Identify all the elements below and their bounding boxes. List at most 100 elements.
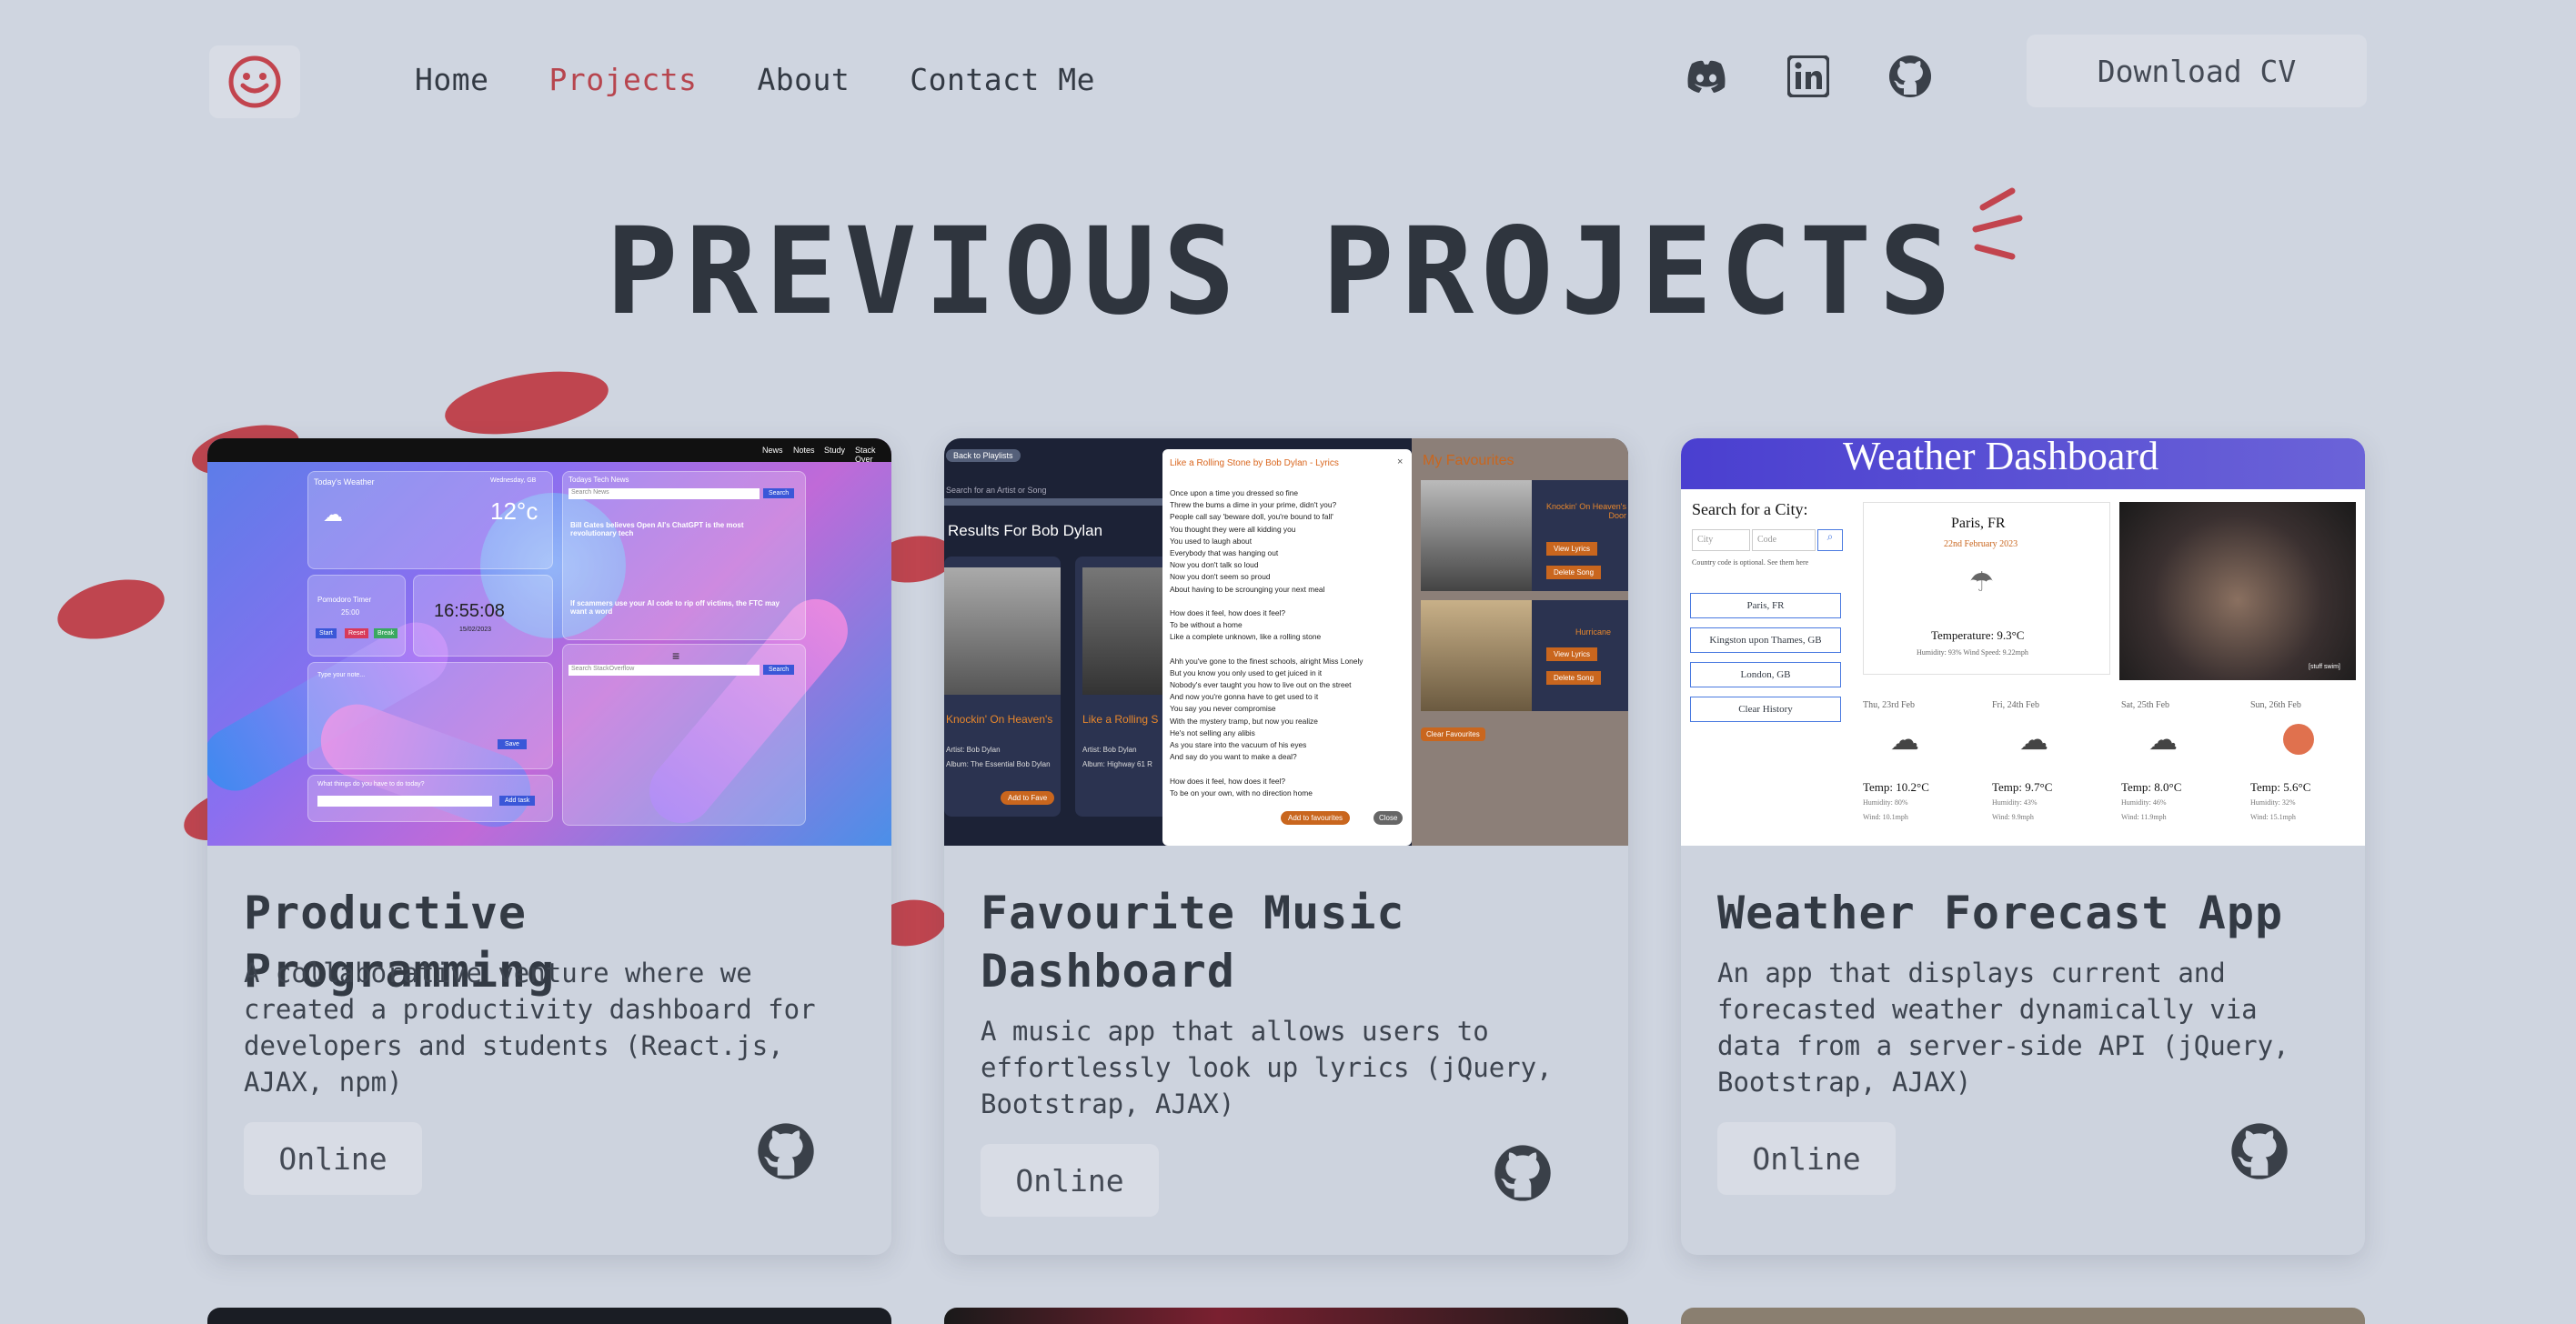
online-button[interactable]: Online — [1717, 1122, 1896, 1195]
history-item[interactable]: London, GB — [1690, 662, 1841, 687]
project-screenshot[interactable]: Weather Dashboard Search for a City: Cit… — [1681, 438, 2365, 846]
forecast-temp: Temp: 9.7°C — [1992, 780, 2053, 794]
news-headline[interactable]: If scammers use your AI code to rip off … — [570, 599, 789, 616]
results-title: Results For Bob Dylan — [948, 522, 1103, 539]
delete-song-button[interactable]: Delete Song — [1546, 671, 1602, 685]
forecast-humidity: Humidity: 32% — [2250, 798, 2296, 807]
notes-input[interactable]: Type your note... — [317, 672, 365, 678]
project-card-preview — [944, 1308, 1628, 1324]
stack-search-button[interactable]: Search — [763, 665, 795, 675]
favourite-item: Hurricane View Lyrics Delete Song — [1421, 600, 1628, 711]
todo-input[interactable] — [317, 796, 492, 807]
close-modal-button[interactable]: Close — [1374, 811, 1404, 825]
song-title: Like a Rolling S — [1082, 713, 1159, 726]
nav-contact[interactable]: Contact Me — [910, 62, 1095, 97]
history-item[interactable]: Paris, FR — [1690, 593, 1841, 618]
album-art — [1421, 480, 1532, 591]
github-icon[interactable] — [1494, 1144, 1552, 1202]
lyric-line: You used to laugh about — [1170, 536, 1253, 546]
current-city: Paris, FR — [1951, 516, 2006, 531]
weather-temp: 12°c — [490, 497, 538, 525]
home-logo[interactable] — [209, 45, 300, 118]
todo-prompt: What things do you have to do today? — [317, 781, 425, 787]
lyric-line: He's not selling any alibis — [1170, 727, 1255, 737]
start-button[interactable]: Start — [316, 628, 337, 638]
sun-icon — [2283, 724, 2314, 755]
forecast-date: Sat, 25th Feb — [2121, 700, 2170, 710]
project-screenshot[interactable]: Back to Playlists Search for an Artist o… — [944, 438, 1628, 846]
pomodoro-title: Pomodoro Timer — [317, 596, 372, 604]
add-to-fave-button[interactable]: Add to Fave — [1001, 791, 1055, 805]
nav-about[interactable]: About — [757, 62, 850, 97]
github-icon[interactable] — [757, 1122, 815, 1180]
github-icon[interactable] — [2230, 1122, 2289, 1180]
decor-blob — [439, 360, 614, 446]
clock-time: 16:55:08 — [434, 601, 505, 621]
download-cv-button[interactable]: Download CV — [2027, 35, 2367, 107]
forecast-day: Thu, 23rd Feb ☁ Temp: 10.2°C Humidity: 80% W… — [1863, 700, 1981, 846]
city-input[interactable]: City — [1692, 529, 1750, 551]
forecast-date: Sun, 26th Feb — [2250, 700, 2301, 710]
project-screenshot[interactable]: News Notes Study Stack Over Today's Weat… — [207, 438, 891, 846]
clear-history-button[interactable]: Clear History — [1690, 697, 1841, 722]
add-task-button[interactable]: Add task — [499, 796, 536, 806]
tech-news-title: Todays Tech News — [569, 476, 629, 484]
screenshot-nav-item: Notes — [793, 446, 815, 455]
search-icon[interactable]: ⌕ — [1817, 529, 1843, 551]
forecast-humidity: Humidity: 80% — [1863, 798, 1908, 807]
project-description: A collaborative venture where we created… — [244, 958, 816, 1098]
weather-header-title: Weather Dashboard — [1843, 438, 2159, 478]
lyric-line: You say you never compromise — [1170, 704, 1276, 714]
close-icon[interactable]: × — [1397, 456, 1403, 467]
screenshot-nav-item: Stack Over — [855, 446, 876, 464]
lyric-line: To be without a home — [1170, 620, 1243, 630]
discord-link[interactable] — [1683, 53, 1730, 100]
stack-search-input[interactable]: Search StackOverflow — [569, 665, 760, 676]
add-to-favourites-button[interactable]: Add to favourites — [1281, 811, 1351, 825]
forecast-temp: Temp: 5.6°C — [2250, 780, 2311, 794]
github-link[interactable] — [1887, 53, 1934, 100]
weather-gif: [stuff swim] — [2119, 502, 2356, 680]
view-lyrics-button[interactable]: View Lyrics — [1546, 647, 1598, 661]
delete-song-button[interactable]: Delete Song — [1546, 566, 1602, 579]
page-title: PREVIOUS PROJECTS — [606, 202, 1959, 342]
lyric-line: Nobody's ever taught you how to live out… — [1170, 680, 1352, 689]
forecast-temp: Temp: 10.2°C — [1863, 780, 1929, 794]
screenshot-nav: News Notes Study Stack Over — [207, 438, 891, 464]
online-button[interactable]: Online — [981, 1144, 1159, 1217]
news-search-input[interactable]: Search News — [569, 488, 760, 499]
forecast-date: Thu, 23rd Feb — [1863, 700, 1915, 710]
break-button[interactable]: Break — [374, 628, 398, 638]
history-item[interactable]: Kingston upon Thames, GB — [1690, 627, 1841, 653]
modal-title: Like a Rolling Stone by Bob Dylan - Lyri… — [1170, 458, 1339, 468]
favourites-panel: My Favourites Knockin' On Heaven's Door … — [1412, 438, 1628, 846]
album-art — [1421, 600, 1532, 711]
reset-button[interactable]: Reset — [345, 628, 369, 638]
news-headline[interactable]: Bill Gates believes Open AI's ChatGPT is… — [570, 521, 789, 537]
song-card[interactable]: Knockin' On Heaven's Artist: Bob Dylan A… — [944, 557, 1061, 817]
view-lyrics-button[interactable]: View Lyrics — [1546, 542, 1598, 556]
online-button[interactable]: Online — [244, 1122, 422, 1195]
linkedin-link[interactable] — [1785, 53, 1832, 100]
lyric-line: Now you don't talk so loud — [1170, 560, 1259, 570]
lyrics-text: Once upon a time you dressed so fine Thre… — [1170, 487, 1403, 799]
lyric-line — [1170, 763, 1403, 775]
cloud-icon: ☁ — [2148, 723, 2178, 756]
project-card-favourite-music: Back to Playlists Search for an Artist o… — [944, 438, 1628, 1255]
lyric-line: You thought they were all kidding you — [1170, 524, 1296, 534]
save-note-button[interactable]: Save — [498, 739, 527, 749]
screenshot-nav-item: Study — [824, 446, 846, 455]
forecast-wind: Wind: 15.1mph — [2250, 813, 2296, 821]
clear-favourites-button[interactable]: Clear Favourites — [1421, 727, 1485, 741]
github-icon — [1889, 55, 1931, 97]
stackoverflow-widget: ≡ Search StackOverflow Search — [562, 644, 806, 826]
nav-home[interactable]: Home — [415, 62, 488, 97]
news-search-button[interactable]: Search — [763, 488, 795, 498]
weather-date: Wednesday, GB — [490, 477, 537, 484]
project-card-preview — [207, 1308, 891, 1324]
artist-search-input[interactable]: Search for an Artist or Song — [946, 486, 1047, 495]
song-album: Album: The Essential Bob Dylan — [946, 760, 1051, 768]
country-code-input[interactable]: Code — [1752, 529, 1816, 551]
nav-projects[interactable]: Projects — [548, 62, 697, 97]
back-to-playlists-button[interactable]: Back to Playlists — [946, 449, 1021, 462]
